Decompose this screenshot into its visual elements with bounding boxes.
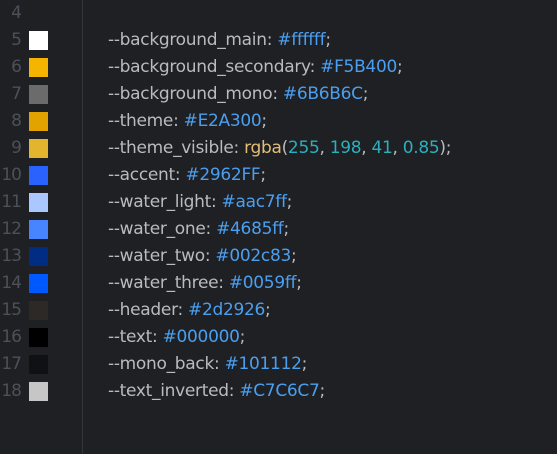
property-value: #2962FF [185,165,261,185]
color-swatch-icon[interactable] [29,382,48,401]
code-line: 4 [0,0,557,27]
color-swatch-icon[interactable] [29,328,48,347]
property-value: #000000 [162,327,240,347]
property-name: --accent [108,165,175,185]
line-number: 11 [1,192,22,212]
property-value: #2d2926 [188,300,266,320]
property-value: #101112 [224,354,302,374]
property-name: --background_main [108,30,267,50]
property-name: --water_one [108,219,206,239]
line-number: 14 [1,273,22,293]
color-swatch-icon[interactable] [29,166,48,185]
line-number: 6 [11,57,22,77]
property-name: --theme_visible [108,138,234,158]
line-number: 4 [11,3,22,23]
line-number: 5 [11,30,22,50]
code-line: 13 --water_two: #002c83; [0,243,557,270]
line-number: 15 [1,300,22,320]
property-value: #E2A300 [183,111,262,131]
line-number: 10 [1,165,22,185]
code-text: --water_three: #0059ff; [108,273,302,293]
color-swatch-icon[interactable] [29,274,48,293]
color-swatch-icon[interactable] [29,31,48,50]
color-swatch-icon[interactable] [29,220,48,239]
property-value: #C7C6C7 [239,381,320,401]
color-swatch-icon[interactable] [29,139,48,158]
property-name: --theme [108,111,174,131]
property-value: #aac7ff [221,192,287,212]
line-number: 7 [11,84,22,104]
code-line: 12 --water_one: #4685ff; [0,216,557,243]
code-text: --mono_back: #101112; [108,354,308,374]
property-value: #002c83 [215,246,291,266]
code-text: --header: #2d2926; [108,300,271,320]
code-line: 9 --theme_visible: rgba(255, 198, 41, 0.8… [0,135,557,162]
color-swatch-icon[interactable] [29,301,48,320]
color-swatch-icon[interactable] [29,112,48,131]
property-value: #F5B400 [320,57,397,77]
color-swatch-icon[interactable] [29,85,48,104]
code-text: --water_light: #aac7ff; [108,192,293,212]
line-number: 13 [1,246,22,266]
code-line: 7 --background_mono: #6B6B6C; [0,81,557,108]
line-number: 17 [1,354,22,374]
code-text: --accent: #2962FF; [108,165,266,185]
code-text: --theme_visible: rgba(255, 198, 41, 0.85… [108,138,452,158]
property-value: #0059ff [228,273,297,293]
code-line: 5 --background_main: #ffffff; [0,27,557,54]
color-swatch-icon[interactable] [29,193,48,212]
property-name: --header [108,300,178,320]
code-text: --text: #000000; [108,327,246,347]
line-number: 9 [11,138,22,158]
function-arg: 198 [329,138,362,158]
property-name: --background_secondary [108,57,310,77]
property-name: --text [108,327,153,347]
code-text: --water_two: #002c83; [108,246,297,266]
code-line: 6 --background_secondary: #F5B400; [0,54,557,81]
line-number: 16 [1,327,22,347]
code-line: 8 --theme: #E2A300; [0,108,557,135]
function-arg: 0.85 [402,138,440,158]
line-number: 8 [11,111,22,131]
code-text: --theme: #E2A300; [108,111,267,131]
property-name: --water_two [108,246,205,266]
function-arg: 255 [287,138,320,158]
function-name: rgba [244,138,282,158]
code-line: 10 --accent: #2962FF; [0,162,557,189]
property-value: #4685ff [216,219,284,239]
line-number: 18 [1,381,22,401]
code-text: --background_main: #ffffff; [108,30,331,50]
code-text: --text_inverted: #C7C6C7; [108,381,325,401]
code-line: 14 --water_three: #0059ff; [0,270,557,297]
code-line: 11 --water_light: #aac7ff; [0,189,557,216]
property-name: --water_light [108,192,211,212]
color-swatch-icon[interactable] [29,58,48,77]
property-value: #6B6B6C [282,84,363,104]
code-text: --background_mono: #6B6B6C; [108,84,369,104]
code-line: 15 --header: #2d2926; [0,297,557,324]
code-text: --water_one: #4685ff; [108,219,289,239]
property-name: --mono_back [108,354,215,374]
property-name: --water_three [108,273,219,293]
color-swatch-icon[interactable] [29,355,48,374]
code-line: 17 --mono_back: #101112; [0,351,557,378]
line-number: 12 [1,219,22,239]
property-value: #ffffff [277,30,326,50]
code-line: 16 --text: #000000; [0,324,557,351]
function-arg: 41 [371,138,393,158]
property-name: --background_mono [108,84,273,104]
code-line: 18 --text_inverted: #C7C6C7; [0,378,557,405]
code-text: --background_secondary: #F5B400; [108,57,403,77]
color-swatch-icon[interactable] [29,247,48,266]
property-name: --text_inverted [108,381,229,401]
